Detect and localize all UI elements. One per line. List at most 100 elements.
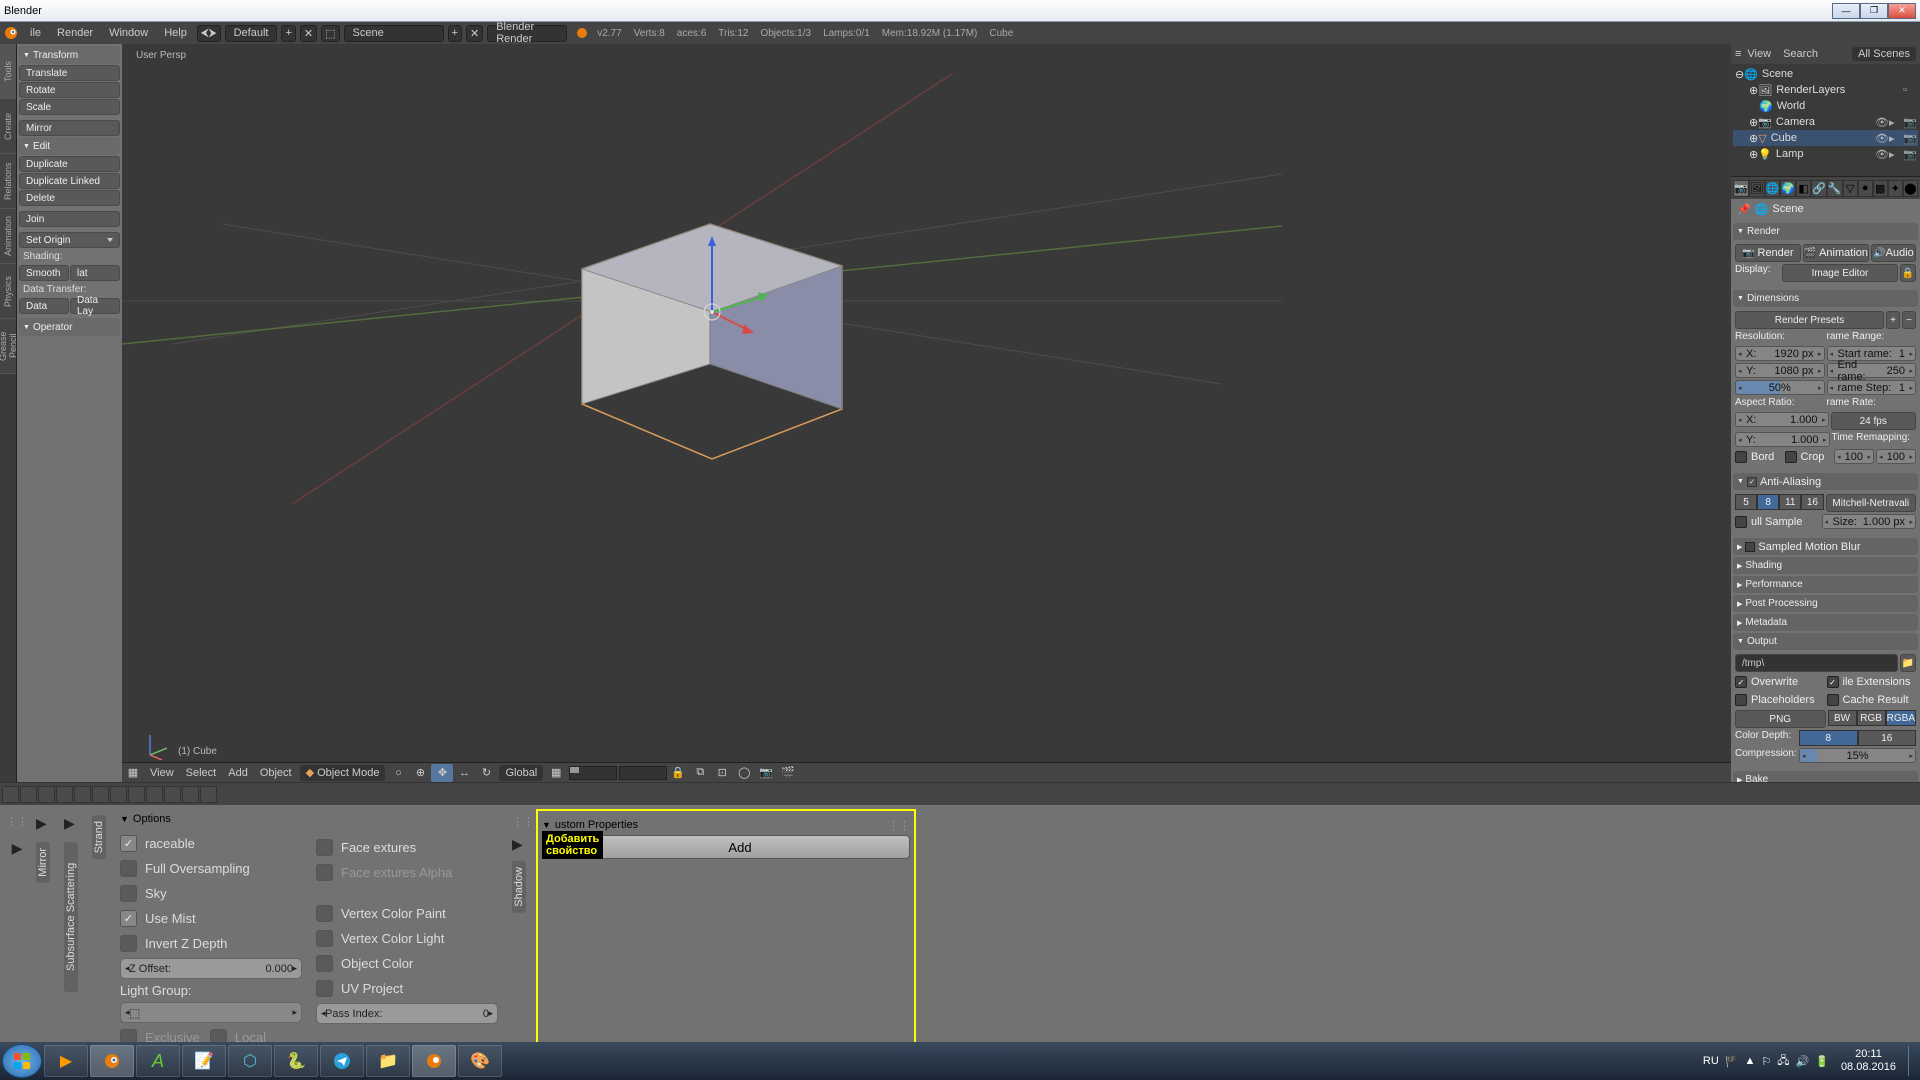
panel-motion-blur-header[interactable]: Sampled Motion Blur — [1733, 538, 1918, 555]
tab-create[interactable]: Create — [0, 99, 16, 154]
output-path-field[interactable]: /tmp\ — [1735, 654, 1898, 672]
editor-type-icon[interactable]: ▦ — [122, 764, 144, 782]
panel-aa-header[interactable]: ✓Anti-Aliasing — [1733, 473, 1918, 490]
panel-transform-header[interactable]: Transform — [19, 46, 120, 64]
show-desktop-button[interactable] — [1908, 1046, 1916, 1076]
operator-panel-header[interactable]: Operator — [19, 318, 120, 336]
menu-object[interactable]: Object — [254, 767, 298, 779]
menu-select[interactable]: Select — [180, 767, 223, 779]
tray-clock[interactable]: 20:1108.08.2016 — [1835, 1048, 1902, 1074]
tray-lang[interactable]: RU — [1703, 1055, 1719, 1067]
drag-handle-3-icon[interactable]: ⋮⋮ — [888, 819, 910, 832]
vertex-color-paint-check[interactable]: Vertex Color Paint — [316, 903, 498, 924]
bot-icon-12[interactable] — [200, 786, 217, 803]
tab-mirror[interactable]: Mirror — [36, 842, 50, 883]
pivot-icon[interactable]: ⊕ — [409, 764, 431, 782]
bot-icon-6[interactable] — [92, 786, 109, 803]
prop-tab-object[interactable]: ◧ — [1796, 180, 1811, 197]
remap-old-field[interactable]: 100 — [1834, 449, 1874, 464]
bot-editor-type-icon[interactable] — [2, 786, 19, 803]
aa-filter-dropdown[interactable]: Mitchell-Netravali — [1826, 494, 1917, 512]
end-frame-field[interactable]: End rame:250 — [1827, 363, 1917, 378]
tab-strand[interactable]: Strand — [92, 815, 106, 859]
lock-camera-icon[interactable]: 🔒 — [667, 764, 689, 782]
tab-shadow[interactable]: Shadow — [512, 861, 526, 913]
res-percent-field[interactable]: 50% — [1735, 380, 1825, 395]
add-property-button[interactable]: Add — [570, 835, 910, 859]
orientation-dropdown[interactable]: Global — [499, 765, 543, 781]
tab-grease-pencil[interactable]: Grease Pencil — [0, 319, 16, 374]
taskbar-app-2[interactable]: 📝 — [182, 1045, 226, 1077]
res-x-field[interactable]: X:1920 px — [1735, 346, 1825, 361]
tray-action-center-icon[interactable]: ⚐ — [1761, 1055, 1771, 1068]
close-button[interactable]: ✕ — [1888, 3, 1916, 19]
tray-battery-icon[interactable]: 🔋 — [1815, 1055, 1829, 1068]
overwrite-check[interactable]: ✓Overwrite — [1735, 674, 1825, 690]
menu-render[interactable]: Render — [49, 27, 101, 39]
tab-tools[interactable]: Tools — [0, 44, 16, 99]
prop-tab-constraints[interactable]: 🔗 — [1811, 180, 1827, 197]
drag-handle-icon[interactable]: ⋮⋮ — [6, 815, 28, 828]
menu-add[interactable]: Add — [222, 767, 254, 779]
panel-output-header[interactable]: Output — [1733, 633, 1918, 650]
set-origin-dropdown[interactable]: Set Origin — [19, 232, 120, 248]
prop-tab-scene[interactable]: 🌐 — [1765, 180, 1781, 197]
outliner-view[interactable]: View — [1741, 48, 1777, 60]
depth-16-button[interactable]: 16 — [1858, 730, 1917, 746]
manipulator-icon[interactable]: ✥ — [431, 764, 453, 782]
back-fwd-icon[interactable]: ⮜⮞ — [197, 25, 221, 42]
crop-check[interactable]: Crop — [1785, 449, 1833, 465]
pass-index-field[interactable]: Pass Index:0 — [316, 1003, 498, 1024]
mirror-button[interactable]: Mirror — [19, 120, 120, 136]
color-rgba-button[interactable]: RGBA — [1886, 710, 1916, 726]
prop-tab-physics[interactable]: ⬤ — [1903, 180, 1918, 197]
cache-result-check[interactable]: Cache Result — [1827, 692, 1917, 708]
sky-check[interactable]: Sky — [120, 883, 302, 904]
color-rgb-button[interactable]: RGB — [1857, 710, 1886, 726]
play-2-icon[interactable]: ▶ — [36, 815, 50, 832]
join-button[interactable]: Join — [19, 211, 120, 227]
snap-type-icon[interactable]: ⊡ — [711, 764, 733, 782]
bot-icon-11[interactable] — [182, 786, 199, 803]
3d-viewport[interactable]: User Persp (1) Cube ▦ View Select Add Ob… — [122, 44, 1731, 782]
layer-buttons-2[interactable] — [619, 766, 667, 780]
outliner-lamp-row[interactable]: ⊕💡Lamp👁▸📷 — [1733, 146, 1918, 162]
outliner-camera-row[interactable]: ⊕📷Camera👁▸📷 — [1733, 114, 1918, 130]
delete-button[interactable]: Delete — [19, 190, 120, 206]
full-sample-check[interactable]: ull Sample — [1735, 514, 1820, 530]
aspect-x-field[interactable]: X:1.000 — [1735, 412, 1829, 427]
tray-up-icon[interactable]: ▲ — [1745, 1055, 1756, 1067]
outliner-search[interactable]: Search — [1777, 48, 1824, 60]
display-dropdown[interactable]: Image Editor — [1782, 264, 1898, 282]
bot-icon-2[interactable] — [20, 786, 37, 803]
menu-help[interactable]: Help — [156, 27, 195, 39]
taskbar-blender[interactable] — [90, 1045, 134, 1077]
placeholders-check[interactable]: Placeholders — [1735, 692, 1825, 708]
taskbar-app-1[interactable]: A — [136, 1045, 180, 1077]
tab-animation[interactable]: Animation — [0, 209, 16, 264]
tab-sss[interactable]: Subsurface Scattering — [64, 842, 78, 992]
mode-dropdown[interactable]: ◆Object Mode — [300, 765, 386, 781]
prop-tab-data[interactable]: ▽ — [1843, 180, 1858, 197]
prop-tab-world[interactable]: 🌍 — [1780, 180, 1796, 197]
layout-del-icon[interactable]: ✕ — [300, 25, 317, 42]
scene-add-icon[interactable]: + — [448, 25, 462, 42]
face-textures-alpha-check[interactable]: Face extures Alpha — [316, 862, 498, 883]
taskbar-paint[interactable]: 🎨 — [458, 1045, 502, 1077]
prop-tab-modifiers[interactable]: 🔧 — [1827, 180, 1843, 197]
audio-button[interactable]: 🔊 Audio — [1871, 244, 1916, 262]
cube-mesh[interactable] — [562, 164, 882, 464]
blender-org-icon[interactable] — [577, 28, 587, 38]
z-offset-field[interactable]: Z Offset:0.000 — [120, 958, 302, 979]
res-y-field[interactable]: Y:1080 px — [1735, 363, 1825, 378]
engine-dropdown[interactable]: Blender Render — [487, 25, 567, 42]
bot-icon-8[interactable] — [128, 786, 145, 803]
pin-icon[interactable]: 📌 — [1737, 203, 1751, 216]
border-check[interactable]: Bord — [1735, 449, 1783, 465]
play-icon[interactable]: ▶ — [12, 840, 23, 857]
outliner-scene-row[interactable]: ⊖🌐Scene — [1733, 66, 1918, 82]
uv-project-check[interactable]: UV Project — [316, 978, 498, 999]
duplicate-button[interactable]: Duplicate — [19, 156, 120, 172]
panel-metadata-header[interactable]: Metadata — [1733, 614, 1918, 631]
light-group-field[interactable]: ⬚ — [120, 1002, 302, 1023]
